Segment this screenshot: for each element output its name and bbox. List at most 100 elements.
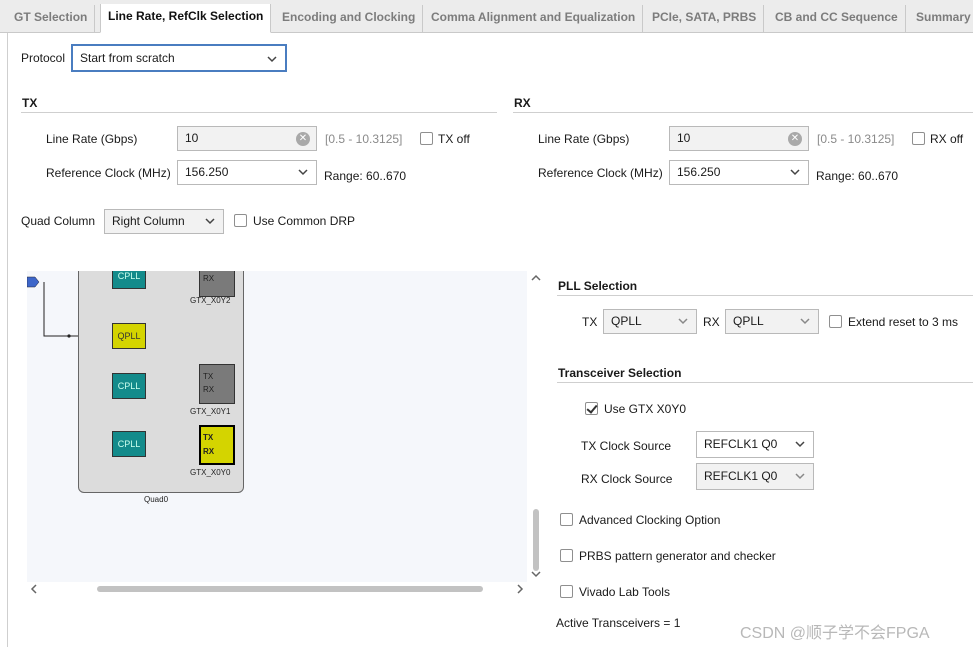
tab-summary[interactable]: Summary [909, 5, 973, 33]
vivado-lab-label: Vivado Lab Tools [579, 585, 670, 599]
quad-column-value: Right Column [112, 214, 185, 228]
pll-tx-label: TX [582, 315, 598, 329]
use-common-drp-label: Use Common DRP [253, 214, 356, 228]
rx-clock-source-dropdown[interactable]: REFCLK1 Q0 [696, 463, 814, 490]
rx-ref-clock-value: 156.250 [677, 165, 721, 179]
protocol-value: Start from scratch [80, 51, 175, 65]
gtx-y2-rx-label: RX [203, 274, 215, 283]
gtx-y0-tx-label: TX [203, 433, 214, 442]
rx-off-checkbox[interactable] [912, 132, 925, 145]
watermark: CSDN @顺子学不会FPGA [740, 625, 930, 642]
tab-cb-cc-sequence[interactable]: CB and CC Sequence [768, 5, 906, 33]
tx-line-rate-input[interactable]: 10 ✕ [177, 126, 317, 151]
active-transceivers: Active Transceivers = 1 [556, 616, 681, 630]
gtx-y1-rx-label: RX [203, 385, 215, 394]
gtx-x0y0-block-selected[interactable] [199, 425, 235, 465]
extend-reset-checkbox[interactable] [829, 315, 842, 328]
gtx-y2-label: GTX_X0Y2 [190, 296, 231, 305]
scroll-thumb-h [97, 586, 483, 592]
rx-line-rate-input[interactable]: 10 ✕ [669, 126, 809, 151]
gtx-x0y1-block[interactable] [199, 364, 235, 404]
qpll-block[interactable]: QPLL [112, 323, 146, 349]
clear-icon[interactable]: ✕ [296, 132, 310, 146]
rx-ref-clock-dropdown[interactable]: 156.250 [669, 160, 809, 185]
gtx-y1-tx-label: TX [203, 372, 214, 381]
transceiver-diagram: CPLL QPLL CPLL CPLL RX GTX_X0Y2 TX RX GT… [27, 271, 527, 582]
tx-line-rate-value: 10 [185, 131, 199, 145]
tx-off-label: TX off [438, 132, 470, 146]
rx-clock-source-value: REFCLK1 Q0 [704, 469, 778, 483]
rx-off-label: RX off [930, 132, 964, 146]
scroll-thumb [533, 509, 539, 571]
protocol-label: Protocol [21, 51, 66, 65]
use-gtx-label: Use GTX X0Y0 [604, 402, 687, 416]
tx-ref-clock-label: Reference Clock (MHz) [46, 166, 171, 180]
extend-reset-label: Extend reset to 3 ms [848, 315, 959, 329]
pll-divider [557, 295, 973, 296]
tx-clock-source-dropdown[interactable]: REFCLK1 Q0 [696, 431, 814, 458]
rx-divider [513, 112, 973, 113]
transceiver-selection-title: Transceiver Selection [558, 366, 682, 380]
tab-bar: GT Selection Line Rate, RefClk Selection… [0, 0, 973, 33]
gtx-y1-label: GTX_X0Y1 [190, 407, 231, 416]
diagram-vertical-scrollbar[interactable] [529, 271, 543, 582]
use-gtx-checkbox[interactable] [585, 402, 598, 415]
chevron-down-icon [800, 318, 810, 325]
tab-comma-alignment[interactable]: Comma Alignment and Equalization [424, 5, 644, 33]
tx-off-checkbox[interactable] [420, 132, 433, 145]
rx-ref-clock-label: Reference Clock (MHz) [538, 166, 663, 180]
scrollbar-graphics [531, 274, 541, 578]
tx-line-rate-range: [0.5 - 10.3125] [325, 132, 403, 146]
scroll-up-icon [531, 274, 541, 281]
use-common-drp-checkbox[interactable] [234, 214, 247, 227]
quad-column-label: Quad Column [21, 214, 96, 228]
tx-ref-clock-dropdown[interactable]: 156.250 [177, 160, 317, 185]
cpll-block-y1[interactable]: CPLL [112, 373, 146, 399]
scroll-down-icon [531, 571, 541, 578]
scroll-left-icon [30, 584, 37, 594]
tx-ref-clock-range: Range: 60..670 [324, 169, 407, 183]
rx-clock-source-label: RX Clock Source [581, 472, 673, 486]
rx-section-title: RX [514, 96, 531, 110]
vivado-lab-checkbox[interactable] [560, 585, 573, 598]
tab-line-rate-refclk[interactable]: Line Rate, RefClk Selection [100, 4, 272, 33]
scrollbar-graphics-h [30, 584, 524, 594]
scroll-right-icon [517, 584, 524, 594]
transceiver-divider [557, 382, 973, 383]
diagram-horizontal-scrollbar[interactable] [27, 582, 527, 596]
rx-ref-clock-range: Range: 60..670 [816, 169, 899, 183]
protocol-dropdown[interactable]: Start from scratch [71, 44, 287, 72]
prbs-checkbox[interactable] [560, 549, 573, 562]
clock-port-icon [27, 276, 40, 288]
rx-line-rate-label: Line Rate (Gbps) [538, 132, 630, 146]
rx-line-rate-range: [0.5 - 10.3125] [817, 132, 895, 146]
tab-pcie-sata-prbs[interactable]: PCIe, SATA, PRBS [645, 5, 765, 33]
gtx-y0-label: GTX_X0Y0 [190, 468, 231, 477]
advanced-clocking-label: Advanced Clocking Option [579, 513, 721, 527]
pll-rx-label: RX [703, 315, 720, 329]
tx-clock-source-label: TX Clock Source [581, 439, 672, 453]
pll-rx-dropdown[interactable]: QPLL [725, 309, 819, 334]
pll-tx-value: QPLL [611, 314, 642, 328]
chevron-down-icon [678, 318, 688, 325]
chevron-down-icon [298, 169, 308, 176]
chevron-down-icon [795, 441, 805, 448]
quad-column-dropdown[interactable]: Right Column [104, 209, 224, 234]
prbs-label: PRBS pattern generator and checker [579, 549, 776, 563]
cpll-block-y0[interactable]: CPLL [112, 431, 146, 457]
tx-line-rate-label: Line Rate (Gbps) [46, 132, 138, 146]
gtx-y0-rx-label: RX [203, 447, 215, 456]
tx-ref-clock-value: 156.250 [185, 165, 229, 179]
pll-tx-dropdown[interactable]: QPLL [603, 309, 697, 334]
tab-gt-selection[interactable]: GT Selection [7, 5, 96, 33]
tab-encoding-clocking[interactable]: Encoding and Clocking [275, 5, 424, 33]
pll-selection-title: PLL Selection [558, 279, 638, 293]
pll-rx-value: QPLL [733, 314, 764, 328]
quad0-label: Quad0 [144, 495, 169, 504]
tx-section-title: TX [22, 96, 38, 110]
advanced-clocking-checkbox[interactable] [560, 513, 573, 526]
chevron-down-icon [790, 169, 800, 176]
cpll-block-y2[interactable]: CPLL [112, 271, 146, 289]
tx-divider [21, 112, 497, 113]
clear-icon[interactable]: ✕ [788, 132, 802, 146]
